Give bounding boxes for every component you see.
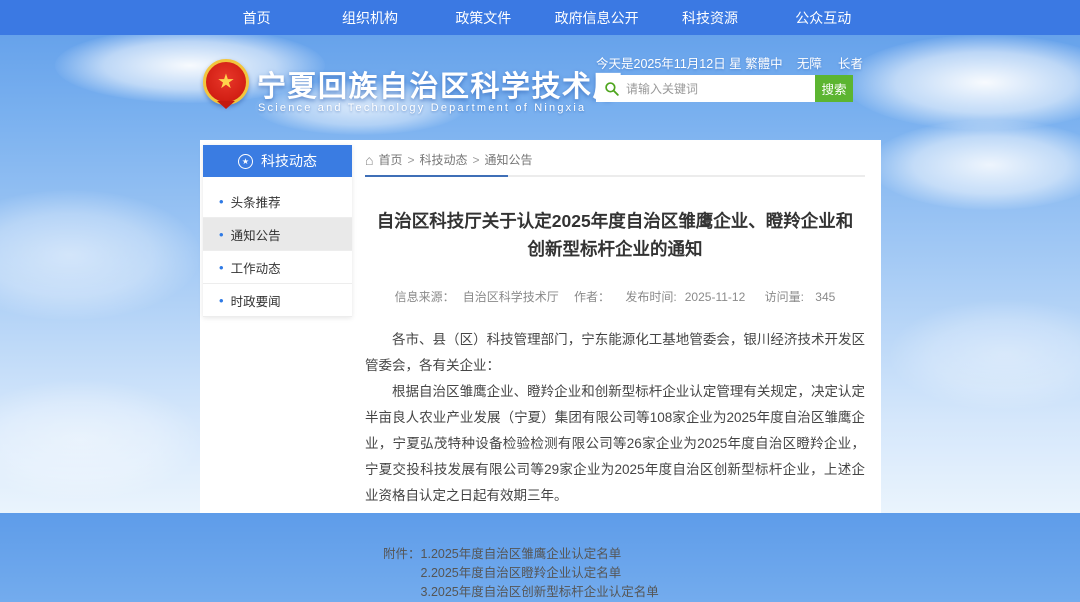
circled-star-icon: ★ [238,154,253,169]
attachments-label: 附件： [383,545,421,602]
article-meta: 信息来源：自治区科学技术厅 作者： 发布时间:2025-11-12 访问量: 3… [365,288,865,305]
top-nav-bar: 首页组织机构政策文件政府信息公开科技资源公众互动 [0,0,1080,35]
breadcrumb-divider [365,175,865,177]
bullet-icon: • [219,294,224,307]
attachment-link[interactable]: 1.2025年度自治区雏鹰企业认定名单 [421,545,659,564]
site-title: 宁夏回族自治区科学技术厅 [257,63,623,105]
national-emblem-logo[interactable]: ★ [203,59,249,105]
nav-item[interactable]: 首页 [200,0,313,35]
bullet-icon: • [219,195,224,208]
sidebar-item[interactable]: • 工作动态 [203,251,352,284]
attachment-link[interactable]: 3.2025年度自治区创新型标杆企业认定名单 [421,583,659,602]
meta-author: 作者： [574,290,610,304]
sidebar-item-label: 工作动态 [231,258,281,277]
meta-source: 信息来源：自治区科学技术厅 [391,290,563,304]
search-input[interactable] [620,76,815,101]
breadcrumb: ⌂ 首页 > 科技动态 > 通知公告 [365,151,865,168]
breadcrumb-separator: > [473,153,480,167]
home-icon: ⌂ [365,153,373,167]
breadcrumb-separator: > [407,153,414,167]
article-body: 各市、县（区）科技管理部门，宁东能源化工基地管委会，银川经济技术开发区管委会，各… [365,327,865,509]
sidebar: ★ 科技动态 • 头条推荐 • 通知公告 • 工作动态 [203,145,352,317]
bullet-icon: • [219,228,224,241]
article-paragraph: 根据自治区雏鹰企业、瞪羚企业和创新型标杆企业认定管理有关规定，决定认定半亩良人农… [365,379,865,509]
meta-time: 发布时间:2025-11-12 [621,290,749,304]
nav-item[interactable]: 组织机构 [313,0,426,35]
bullet-icon: • [219,261,224,274]
sidebar-item[interactable]: • 头条推荐 [203,185,352,218]
top-nav-items: 首页组织机构政策文件政府信息公开科技资源公众互动 [200,0,880,35]
sidebar-item-label: 通知公告 [231,225,281,244]
attachments-list: 1.2025年度自治区雏鹰企业认定名单2.2025年度自治区瞪羚企业认定名单3.… [421,545,659,602]
sidebar-item-label: 时政要闻 [231,291,281,310]
nav-item[interactable]: 政府信息公开 [540,0,653,35]
cloud-decoration [890,300,1080,410]
sidebar-item[interactable]: • 时政要闻 [203,284,352,317]
site-header: ★ 宁夏回族自治区科学技术厅 Science and Technology De… [0,35,1080,140]
site-subtitle: Science and Technology Department of Nin… [258,102,586,114]
nav-item[interactable]: 政策文件 [427,0,540,35]
article-title: 自治区科技厅关于认定2025年度自治区雏鹰企业、瞪羚企业和创新型标杆企业的通知 [375,207,855,263]
meta-views: 访问量: 345 [761,290,840,304]
star-icon: ★ [217,72,235,92]
sidebar-item-label: 头条推荐 [231,192,281,211]
nav-item[interactable]: 科技资源 [653,0,766,35]
search-icon [604,81,620,97]
breadcrumb-section[interactable]: 科技动态 [420,151,468,168]
breadcrumb-home[interactable]: 首页 [378,151,402,168]
search-bar: 搜索 [596,75,853,102]
breadcrumb-current[interactable]: 通知公告 [485,151,533,168]
breadcrumb-divider-accent [365,175,508,177]
sidebar-header: ★ 科技动态 [203,145,352,177]
cloud-decoration [0,190,200,320]
sidebar-title: 科技动态 [261,151,317,171]
attachments-block: 附件： 1.2025年度自治区雏鹰企业认定名单2.2025年度自治区瞪羚企业认定… [365,545,865,602]
attachment-link[interactable]: 2.2025年度自治区瞪羚企业认定名单 [421,564,659,583]
sidebar-item[interactable]: • 通知公告 [203,218,352,251]
sidebar-menu: • 头条推荐 • 通知公告 • 工作动态 • 时政要闻 [203,177,352,317]
cloud-decoration [0,380,200,500]
search-button[interactable]: 搜索 [815,75,853,102]
content-wrapper: ★ 科技动态 • 头条推荐 • 通知公告 • 工作动态 [200,140,881,513]
main-content: ⌂ 首页 > 科技动态 > 通知公告 自治区科技厅关于认定2025年度自治区雏鹰… [365,140,865,602]
article-paragraph: 各市、县（区）科技管理部门，宁东能源化工基地管委会，银川经济技术开发区管委会，各… [365,327,865,379]
nav-item[interactable]: 公众互动 [767,0,880,35]
